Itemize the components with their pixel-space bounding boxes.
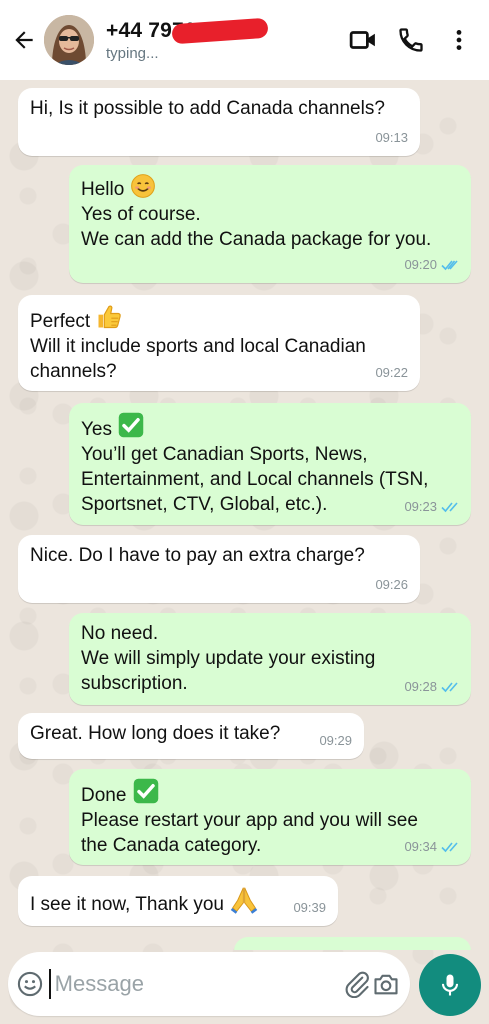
message-text: Please restart your app and you will see…	[81, 810, 418, 856]
check-mark-button-emoji-icon	[119, 412, 144, 438]
message-text: Perfect	[30, 311, 91, 332]
message-text: Hello	[81, 179, 125, 200]
contact-status: typing...	[106, 44, 159, 62]
emoji-button[interactable]	[16, 962, 45, 1006]
message-text: You’ll get Canadian Sports, News, Entert…	[81, 444, 429, 515]
folded-hands-emoji-icon	[231, 887, 258, 914]
camera-button[interactable]	[371, 962, 400, 1006]
message-time: 09:28	[404, 679, 437, 694]
message-incoming[interactable]: Hi, Is it possible to add Canada channel…	[18, 88, 420, 156]
contact-name: +44 7971	[106, 17, 269, 44]
message-incoming[interactable]: Nice. Do I have to pay an extra charge? …	[18, 535, 420, 603]
message-outgoing[interactable]: No need. We will simply update your exis…	[69, 613, 471, 705]
message-time: 09:26	[375, 577, 408, 592]
emoji-smiley-icon	[18, 971, 43, 997]
voice-call-button[interactable]	[387, 16, 435, 64]
smiling-face-emoji-icon	[130, 174, 155, 198]
message-time: 09:34	[404, 839, 437, 854]
message-composer	[8, 952, 410, 1016]
message-incoming[interactable]: Perfect Will it include sports and local…	[18, 295, 420, 391]
message-incoming[interactable]: I see it now, Thank you 09:39	[18, 876, 338, 926]
kebab-menu-icon	[456, 30, 462, 50]
read-double-tick-icon	[441, 681, 458, 692]
read-double-tick-icon	[441, 841, 458, 852]
message-time: 09:39	[293, 900, 326, 915]
message-time: 09:13	[375, 130, 408, 145]
message-outgoing-partial[interactable]	[234, 937, 471, 950]
message-time: 09:29	[319, 733, 352, 748]
paperclip-icon	[345, 971, 369, 998]
message-input[interactable]	[48, 969, 343, 999]
video-call-button[interactable]	[339, 16, 387, 64]
avatar-image	[44, 15, 94, 65]
microphone-icon	[441, 974, 459, 996]
voice-message-button[interactable]	[419, 954, 481, 1016]
thumbs-up-emoji-icon	[98, 305, 122, 329]
video-camera-icon	[349, 31, 375, 49]
message-text: No need. We will simply update your exis…	[81, 623, 376, 694]
message-text: Yes	[81, 419, 112, 440]
message-time: 09:20	[404, 257, 437, 272]
attach-button[interactable]	[343, 962, 372, 1006]
message-text: Will it include sports and local Canadia…	[30, 336, 366, 382]
camera-icon	[374, 974, 398, 995]
chat-header: +44 7971 typing...	[0, 0, 489, 80]
message-text: Yes of course. We can add the Canada pac…	[81, 204, 432, 250]
message-outgoing[interactable]: Hello Yes of course. We can add the Cana…	[69, 165, 471, 283]
avatar[interactable]	[44, 15, 94, 65]
read-double-tick-icon	[441, 501, 458, 512]
message-list[interactable]: Hi, Is it possible to add Canada channel…	[0, 80, 489, 950]
arrow-left-icon	[15, 31, 33, 49]
message-outgoing[interactable]: Done Please restart your app and you wil…	[69, 769, 471, 865]
message-text: Nice. Do I have to pay an extra charge?	[30, 545, 365, 566]
message-incoming[interactable]: Great. How long does it take? 09:29	[18, 713, 364, 759]
back-button[interactable]	[6, 20, 42, 60]
check-mark-button-emoji-icon	[133, 778, 158, 804]
message-text: Hi, Is it possible to add Canada channel…	[30, 98, 385, 119]
message-time: 09:23	[404, 499, 437, 514]
message-text: I see it now, Thank you	[30, 894, 224, 915]
message-time: 09:22	[375, 365, 408, 380]
contact-info[interactable]: +44 7971 typing...	[106, 17, 339, 62]
more-options-button[interactable]	[435, 16, 483, 64]
message-text: Great. How long does it take?	[30, 723, 281, 744]
phone-icon	[399, 28, 423, 52]
message-text: Done	[81, 785, 127, 806]
read-double-tick-icon	[441, 259, 458, 270]
message-outgoing[interactable]: Yes You’ll get Canadian Sports, News, En…	[69, 403, 471, 525]
